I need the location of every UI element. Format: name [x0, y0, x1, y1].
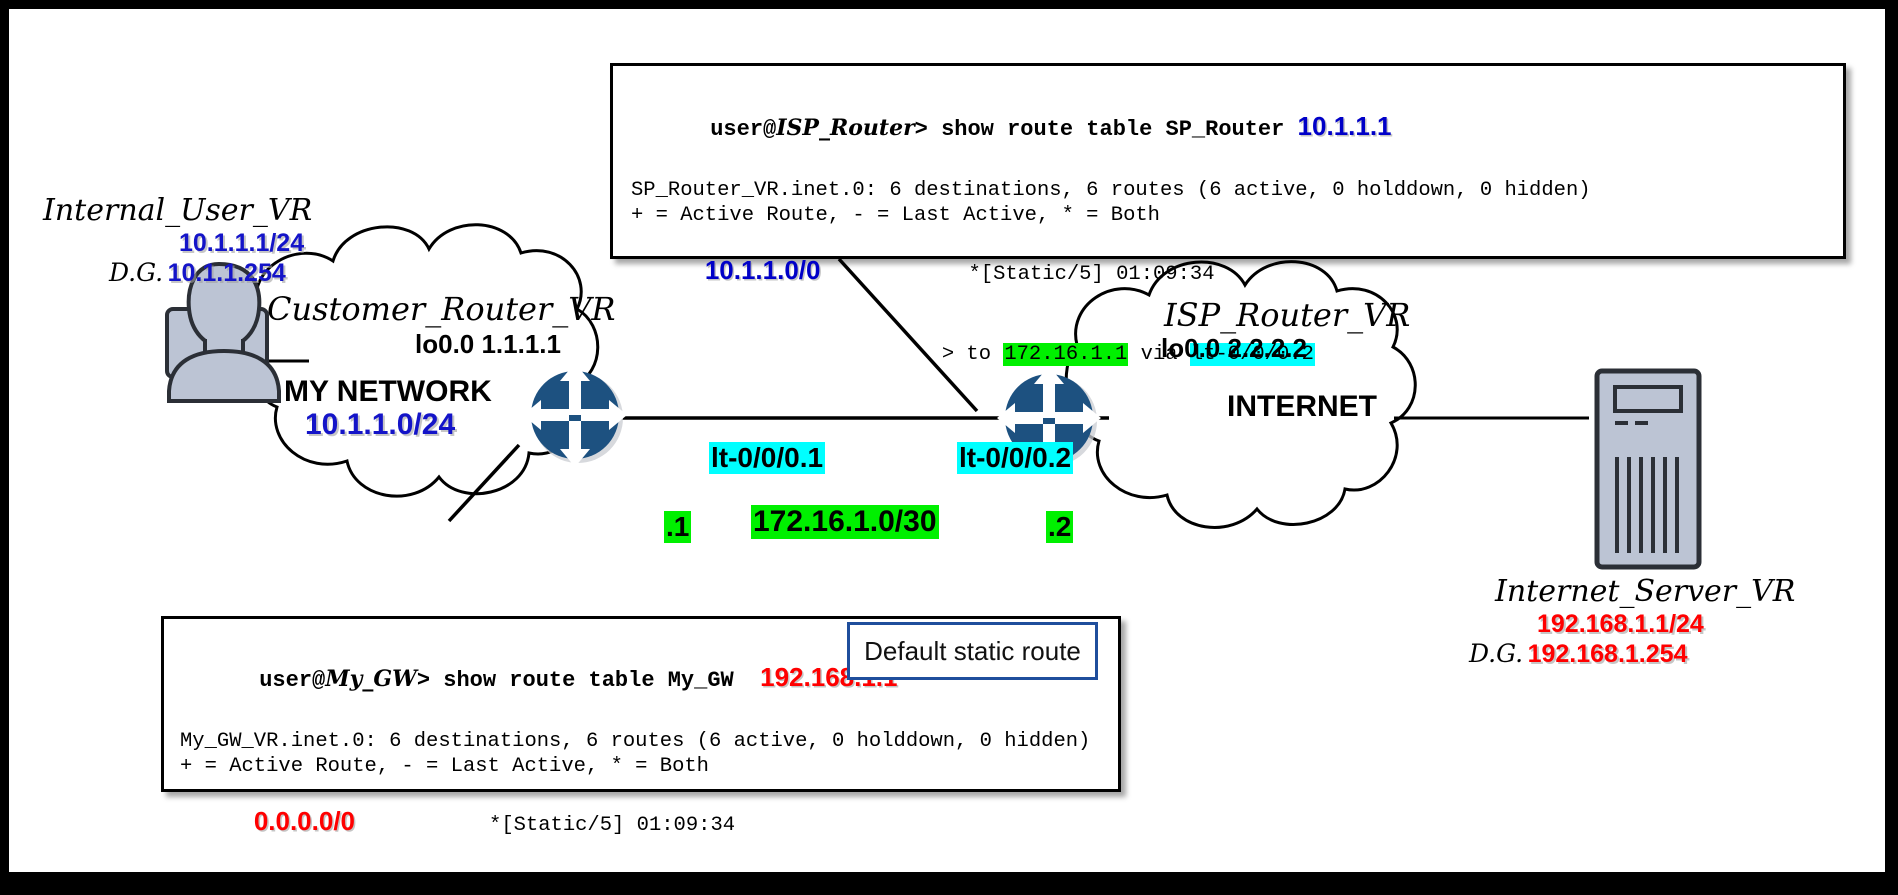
mygw-route-detail: *[Static/5] 01:09:34: [489, 814, 736, 837]
subnet-tag: 172.16.1.0/30: [751, 505, 939, 539]
internal-user-name: Internal_User_VR: [43, 193, 313, 228]
mygw-prompt-host: My_GW: [325, 666, 417, 692]
isp-prompt-user: user@: [710, 117, 777, 142]
internet-server-dg-row: D.G. 192.168.1.254: [1469, 639, 1687, 669]
my-network-prefix: 10.1.1.0/24: [305, 408, 456, 441]
my-network-label: MY NETWORK: [284, 375, 492, 408]
internal-user-dg-address: 10.1.1.254: [167, 259, 286, 287]
isp-nexthop-prefix-text: > to: [941, 343, 1004, 366]
isp-router-vr-name: ISP_Router_VR: [1164, 296, 1411, 334]
left-host-tag: .1: [664, 511, 692, 543]
internet-label: INTERNET: [1227, 390, 1377, 423]
internal-user-dg-label: D.G.: [109, 258, 164, 287]
isp-prompt-symbol: >: [914, 117, 942, 142]
internet-server-dg-address: 192.168.1.254: [1527, 640, 1688, 668]
mygw-inet-summary: My_GW_VR.inet.0: 6 destinations, 6 route…: [180, 730, 1091, 753]
customer-router-loopback: lo0.0 1.1.1.1: [415, 329, 561, 359]
internal-user-address: 10.1.1.1/24: [179, 229, 305, 257]
mygw-route-prefix: 0.0.0.0/0: [253, 806, 356, 836]
internet-server-name: Internet_Server_VR: [1495, 574, 1796, 609]
isp-command: show route table SP_Router: [941, 117, 1298, 142]
left-interface-tag: lt-0/0/0.1: [709, 442, 826, 474]
isp-route-detail: *[Static/5] 01:09:34: [968, 263, 1215, 286]
mygw-prompt-symbol: >: [416, 668, 444, 693]
mygw-nexthop-row: > to 172.16.1.2 via lt-0/0/0.1: [180, 868, 1118, 872]
customer-router-vr-name: Customer_Router_VR: [267, 290, 616, 328]
default-static-route-callout: Default static route: [847, 622, 1098, 680]
isp-cli-prompt-line: user@ISP_Router> show route table SP_Rou…: [631, 78, 1843, 178]
isp-prompt-host: ISP_Router: [776, 115, 915, 141]
isp-route-prefix: 10.1.1.0/0: [704, 255, 821, 285]
isp-router-loopback: lo0.0 2.2.2.2: [1161, 333, 1307, 363]
mygw-legend: + = Active Route, - = Last Active, * = B…: [180, 755, 709, 778]
isp-legend: + = Active Route, - = Last Active, * = B…: [631, 204, 1160, 227]
mygw-prompt-user: user@: [259, 668, 326, 693]
right-host-tag: .2: [1046, 511, 1074, 543]
internal-user-dg-row: D.G. 10.1.1.254: [109, 258, 286, 288]
internet-server-icon: [1594, 368, 1702, 570]
isp-inet-summary: SP_Router_VR.inet.0: 6 destinations, 6 r…: [631, 179, 1591, 202]
mygw-command: show route table My_GW: [443, 668, 761, 693]
callout-label: Default static route: [864, 635, 1081, 666]
mygw-route-row: 0.0.0.0/0 *[Static/5] 01:09:34: [180, 779, 1118, 868]
right-interface-tag: lt-0/0/0.2: [957, 442, 1074, 474]
internet-server-dg-label: D.G.: [1469, 639, 1524, 668]
isp-router-cli-box: user@ISP_Router> show route table SP_Rou…: [610, 63, 1846, 366]
isp-command-ip: 10.1.1.1: [1297, 111, 1392, 141]
internet-server-address: 192.168.1.1/24: [1537, 610, 1704, 638]
isp-nexthop-ip: 172.16.1.1: [1003, 343, 1129, 366]
diagram-canvas: user@ISP_Router> show route table SP_Rou…: [9, 9, 1885, 872]
